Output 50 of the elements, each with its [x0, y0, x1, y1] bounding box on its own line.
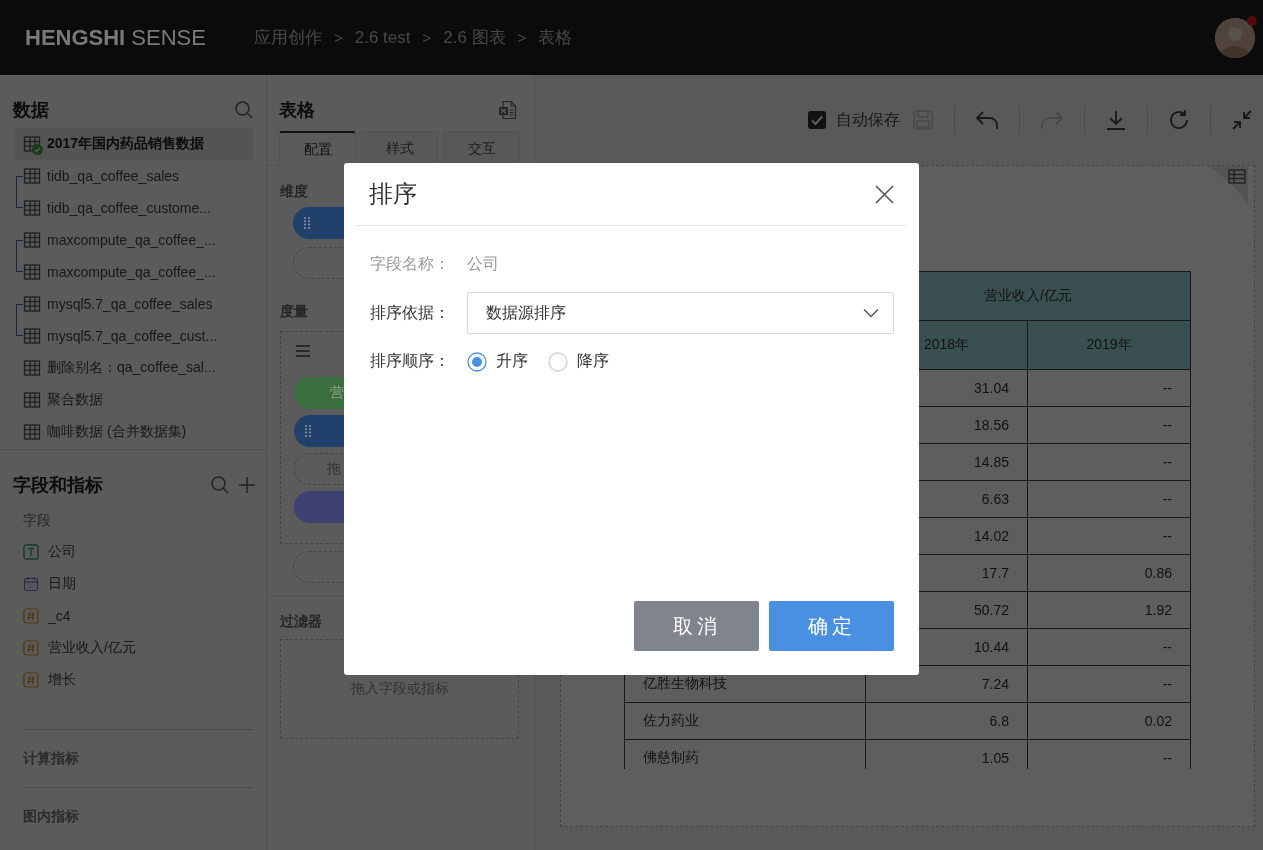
table-cell: 佐力药业: [624, 702, 866, 740]
checkbox-label[interactable]: 自动保存: [836, 109, 900, 131]
field-item[interactable]: 公司: [0, 536, 266, 568]
panel-title: 表格: [279, 99, 315, 122]
table-cell: --: [1027, 369, 1191, 407]
breadcrumb-separator: >: [333, 29, 343, 46]
dataset-item[interactable]: 2017年国内药品销售数据: [15, 128, 253, 160]
table-cell: 1.92: [1027, 591, 1191, 629]
field-item[interactable]: 增长: [0, 664, 266, 696]
dataset-item[interactable]: mysql5.7_qa_coffee_sales: [15, 288, 253, 320]
breadcrumb-separator: >: [422, 29, 432, 46]
dataset-item[interactable]: tidb_qa_coffee_custome...: [15, 192, 253, 224]
section-title: 数据: [13, 99, 49, 122]
table-cell: 0.86: [1027, 554, 1191, 592]
dataset-item[interactable]: mysql5.7_qa_coffee_cust...: [15, 320, 253, 352]
table-cell: --: [1027, 443, 1191, 481]
dataset-item[interactable]: 删除别名：qa_coffee_sal...: [15, 352, 253, 384]
section-title: 字段和指标: [13, 474, 103, 497]
table-cell: 6.8: [865, 702, 1028, 740]
field-item[interactable]: 日期: [0, 568, 266, 600]
dataset-item[interactable]: maxcompute_qa_coffee_...: [15, 224, 253, 256]
column-header: 2019年: [1027, 320, 1191, 370]
tab[interactable]: 配置: [279, 131, 356, 166]
table-cell: --: [1027, 406, 1191, 444]
tab[interactable]: 交互: [443, 131, 520, 165]
table-cell: --: [1027, 517, 1191, 555]
table-cell: --: [1027, 665, 1191, 703]
field-label: 排序依据：: [370, 302, 451, 323]
radio-option[interactable]: 升序: [467, 351, 528, 372]
table-cell: 0.02: [1027, 702, 1191, 740]
dataset-item[interactable]: maxcompute_qa_coffee_...: [15, 256, 253, 288]
dataset-item[interactable]: tidb_qa_coffee_sales: [15, 160, 253, 192]
cancel-button[interactable]: 取消: [634, 601, 759, 651]
dataset-item[interactable]: 聚合数据: [15, 384, 253, 416]
confirm-button[interactable]: 确定: [769, 601, 894, 651]
table-cell: --: [1027, 480, 1191, 518]
radio-option[interactable]: 降序: [548, 351, 609, 372]
table-cell: 佛慈制药: [624, 739, 866, 769]
breadcrumb-separator: >: [517, 29, 527, 46]
field-value: 公司: [467, 254, 499, 274]
dialog-title: 排序: [369, 179, 417, 209]
field-label: 排序顺序：: [370, 351, 451, 371]
table-cell: --: [1027, 628, 1191, 666]
app-logo: HENGSHI SENSE: [25, 24, 206, 51]
sort-by-dropdown[interactable]: 数据源排序: [467, 292, 894, 334]
field-item[interactable]: _c4: [0, 600, 266, 632]
field-item[interactable]: 营业收入/亿元: [0, 632, 266, 664]
dataset-item[interactable]: 咖啡数据 (合并数据集): [15, 416, 253, 448]
field-label: 字段名称：: [370, 254, 451, 274]
tab[interactable]: 样式: [361, 131, 438, 165]
